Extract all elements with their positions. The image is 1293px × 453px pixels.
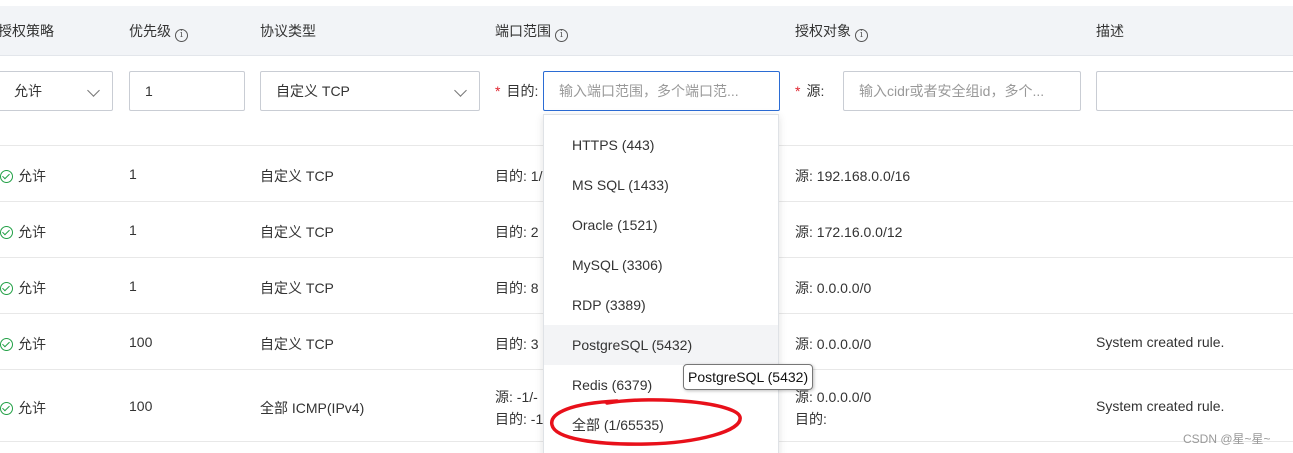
chevron-down-icon [87,84,100,97]
port-range-placeholder: 输入端口范围，多个端口范... [559,83,739,99]
source-cell-line2: 目的: [795,411,827,427]
table-header: 授权策略 优先级 i 协议类型 端口范围 i 授权对象 i 描述 [0,6,1293,56]
check-circle-icon [0,338,13,351]
source-cell: 源: 0.0.0.0/0 [795,389,872,405]
policy-cell: 允许 [0,222,46,242]
header-description: 描述 [1096,23,1124,39]
info-icon[interactable]: i [175,29,188,42]
priority-cell: 1 [129,166,137,182]
port-cell: 目的: 8 [495,280,539,296]
required-mark: * [495,83,501,99]
policy-select[interactable]: 允许 [0,71,113,111]
policy-cell: 允许 [0,398,46,418]
port-cell: 目的: 1/ [495,168,543,184]
dropdown-option[interactable]: 全部 (1/65535) [544,405,778,445]
protocol-cell: 全部 ICMP(IPv4) [260,400,365,416]
port-range-input[interactable]: 输入端口范围，多个端口范... [543,71,780,111]
description-cell: System created rule. [1096,398,1225,414]
port-label: * 目的: [495,83,539,99]
priority-cell: 1 [129,278,137,294]
priority-cell: 100 [129,334,153,350]
header-policy: 授权策略 [0,23,54,39]
port-cell: 源: -1/- [495,389,538,405]
protocol-cell: 自定义 TCP [260,280,334,296]
policy-cell: 允许 [0,278,46,298]
policy-cell: 允许 [0,166,46,186]
required-mark: * [795,83,801,99]
info-icon[interactable]: i [555,29,568,42]
protocol-select[interactable]: 自定义 TCP [260,71,480,111]
protocol-cell: 自定义 TCP [260,168,334,184]
source-label: * 源: [795,83,825,99]
header-protocol: 协议类型 [260,23,316,39]
source-input[interactable]: 输入cidr或者安全组id，多个... [843,71,1081,111]
source-placeholder: 输入cidr或者安全组id，多个... [859,83,1045,99]
description-cell: System created rule. [1096,334,1225,350]
source-cell: 源: 192.168.0.0/16 [795,168,911,184]
check-circle-icon [0,226,13,239]
port-cell: 目的: 2 [495,224,539,240]
priority-input[interactable]: 1 [129,71,245,111]
check-circle-icon [0,282,13,295]
source-cell: 源: 0.0.0.0/0 [795,336,872,352]
header-port-range: 端口范围 i [495,6,568,56]
policy-cell: 允许 [0,334,46,354]
source-cell: 源: 172.16.0.0/12 [795,224,903,240]
port-cell-line2: 目的: -1 [495,411,544,427]
priority-cell: 1 [129,222,137,238]
dropdown-option[interactable]: RDP (3389) [544,285,778,325]
watermark: CSDN @星~星~ [1183,432,1271,446]
header-auth-object: 授权对象 i [795,6,868,56]
priority-cell: 100 [129,398,153,414]
option-tooltip: PostgreSQL (5432) [683,364,814,390]
dropdown-option[interactable]: MS SQL (1433) [544,165,778,205]
check-circle-icon [0,402,13,415]
header-priority: 优先级 i [129,6,188,56]
dropdown-option[interactable]: HTTPS (443) [544,125,778,165]
protocol-select-value: 自定义 TCP [276,83,350,99]
port-cell: 目的: 3 [495,336,539,352]
chevron-down-icon [454,84,467,97]
policy-select-value: 允许 [14,83,42,99]
protocol-cell: 自定义 TCP [260,224,334,240]
priority-input-value: 1 [145,83,153,99]
check-circle-icon [0,170,13,183]
description-input[interactable] [1096,71,1293,111]
dropdown-option[interactable]: MySQL (3306) [544,245,778,285]
source-cell: 源: 0.0.0.0/0 [795,280,872,296]
dropdown-option[interactable]: Oracle (1521) [544,205,778,245]
info-icon[interactable]: i [855,29,868,42]
dropdown-option-hovered[interactable]: PostgreSQL (5432) [544,325,778,365]
protocol-cell: 自定义 TCP [260,336,334,352]
port-dropdown[interactable]: HTTPS (443) MS SQL (1433) Oracle (1521) … [543,114,779,453]
